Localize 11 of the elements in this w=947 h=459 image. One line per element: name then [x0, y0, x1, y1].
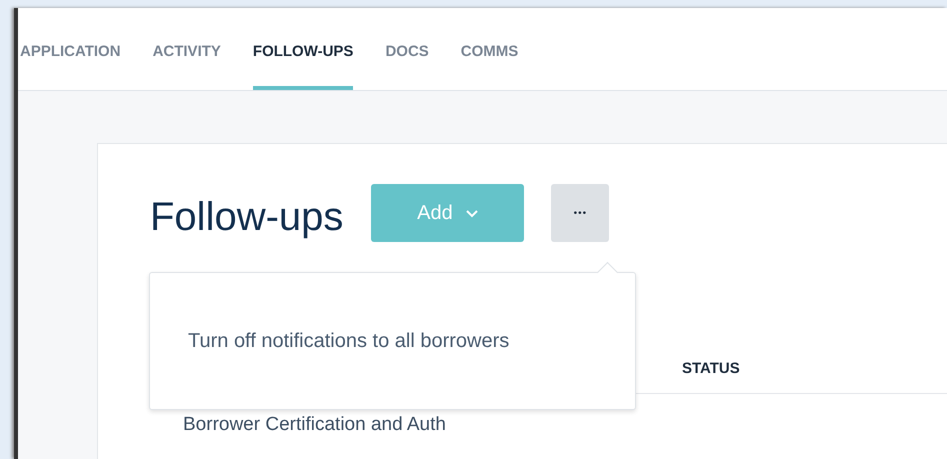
tab[interactable]: DOCS	[385, 43, 429, 90]
add-button[interactable]: Add	[371, 184, 524, 242]
chevron-down-icon	[464, 208, 479, 218]
table-cell: Borrower Certification and Auth	[183, 414, 446, 435]
page-title: Follow-ups	[150, 194, 344, 240]
more-button[interactable]: •••	[551, 184, 610, 242]
tab[interactable]: APPLICATION	[20, 43, 121, 90]
menu-item[interactable]: Turn off notifications to all borrowers	[188, 330, 510, 352]
tab[interactable]: COMMS	[460, 43, 518, 90]
tab[interactable]: ACTIVITY	[152, 43, 221, 90]
column-header: STATUS	[682, 360, 740, 377]
